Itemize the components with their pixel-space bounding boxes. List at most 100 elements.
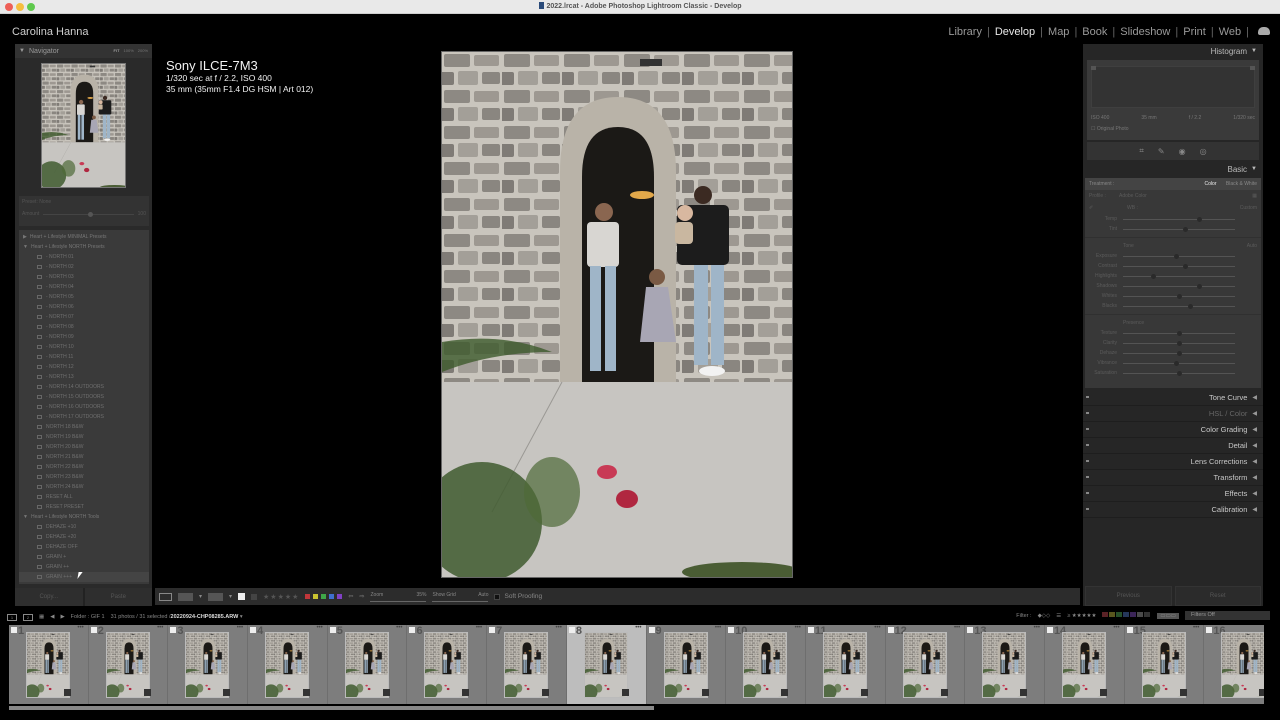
- color-label-5[interactable]: [337, 594, 343, 599]
- color-label-3[interactable]: [321, 594, 327, 599]
- flag-icon[interactable]: [11, 627, 17, 633]
- color-filter-swatch[interactable]: [1123, 612, 1130, 617]
- cloud-sync-icon[interactable]: [1258, 27, 1270, 35]
- color-label-1[interactable]: [305, 594, 311, 599]
- filmstrip-thumbnail[interactable]: 12 •••: [886, 625, 966, 704]
- more-options-icon[interactable]: •••: [1113, 625, 1119, 631]
- healing-icon[interactable]: ✎: [1158, 147, 1165, 156]
- slider-track[interactable]: [1123, 360, 1235, 366]
- module-library[interactable]: Library: [948, 26, 982, 38]
- slider-track[interactable]: [1123, 263, 1235, 269]
- panel-switch-icon[interactable]: [1086, 492, 1089, 494]
- panel-color-grading[interactable]: Color Grading ◀: [1083, 422, 1263, 438]
- preset-item[interactable]: - NORTH 03: [19, 272, 149, 282]
- slider-track[interactable]: [1123, 330, 1235, 336]
- histogram-graph[interactable]: [1091, 66, 1255, 108]
- amount-slider[interactable]: [43, 211, 134, 217]
- soft-proofing-toggle[interactable]: Soft Proofing: [494, 593, 542, 600]
- source-label[interactable]: Folder : GIF 1: [71, 614, 105, 620]
- more-options-icon[interactable]: •••: [396, 625, 402, 631]
- histogram-header[interactable]: Histogram ▼: [1083, 44, 1263, 58]
- flag-icon[interactable]: [728, 627, 735, 633]
- preset-item[interactable]: - NORTH 13: [19, 372, 149, 382]
- more-options-icon[interactable]: •••: [476, 625, 482, 631]
- preset-item[interactable]: GRAIN +++: [19, 572, 149, 582]
- slider-track[interactable]: [1123, 226, 1235, 232]
- disclosure-triangle-icon[interactable]: ▶: [23, 232, 27, 242]
- back-arrow-icon[interactable]: ⇦: [348, 593, 353, 600]
- preset-item[interactable]: - NORTH 12: [19, 362, 149, 372]
- preset-item[interactable]: - NORTH 16 OUTDOORS: [19, 402, 149, 412]
- module-map[interactable]: Map: [1048, 26, 1069, 38]
- shadow-clipping-toggle[interactable]: [1091, 66, 1096, 70]
- panel-switch-icon[interactable]: [1086, 428, 1089, 430]
- module-develop[interactable]: Develop: [995, 26, 1035, 38]
- flag-icon[interactable]: [329, 627, 336, 633]
- preset-item[interactable]: - NORTH 09: [19, 332, 149, 342]
- crop-icon[interactable]: ⌗: [1139, 146, 1144, 156]
- loupe-view-button[interactable]: [159, 592, 172, 601]
- more-options-icon[interactable]: •••: [795, 625, 801, 631]
- color-label-2[interactable]: [313, 594, 319, 599]
- slider-knob[interactable]: [1197, 216, 1203, 222]
- preset-item[interactable]: - NORTH 01: [19, 252, 149, 262]
- slider-knob[interactable]: [1182, 263, 1188, 269]
- more-options-icon[interactable]: •••: [954, 625, 960, 631]
- flag-filter-icon[interactable]: ◆◇◇: [1038, 613, 1051, 619]
- flag-icon[interactable]: [1126, 627, 1133, 633]
- slider-knob[interactable]: [1151, 273, 1157, 279]
- slider-knob[interactable]: [1177, 293, 1182, 299]
- slider-knob[interactable]: [1173, 253, 1179, 259]
- filmstrip-thumbnail[interactable]: 10 •••: [726, 625, 806, 704]
- preset-item[interactable]: - NORTH 06: [19, 302, 149, 312]
- slider-track[interactable]: [1123, 253, 1235, 259]
- more-options-icon[interactable]: •••: [237, 625, 243, 631]
- preset-item[interactable]: - NORTH 11: [19, 352, 149, 362]
- flag-icon[interactable]: [1046, 627, 1053, 633]
- show-grid-value[interactable]: Auto: [478, 592, 488, 598]
- slider-track[interactable]: [1123, 216, 1235, 222]
- flag-icon[interactable]: [1206, 627, 1213, 633]
- flag-icon[interactable]: [967, 627, 974, 633]
- selection-path[interactable]: 31 photos / 31 selected /20220924-CHP082…: [111, 614, 243, 620]
- amount-slider-knob[interactable]: [88, 211, 94, 217]
- filmstrip-thumbnail[interactable]: 15 •••: [1125, 625, 1205, 704]
- treatment-color[interactable]: Color: [1205, 181, 1217, 187]
- filmstrip-thumbnail[interactable]: 5 •••: [328, 625, 408, 704]
- highlight-clipping-toggle[interactable]: [1250, 66, 1255, 70]
- slider-track[interactable]: [1123, 293, 1235, 299]
- before-after-split-button[interactable]: [208, 592, 224, 601]
- filmstrip-thumbnail[interactable]: 9 •••: [647, 625, 727, 704]
- filmstrip-thumbnail[interactable]: 2 •••: [89, 625, 169, 704]
- navigator-zoom-200[interactable]: 200%: [138, 48, 148, 53]
- filmstrip-thumbnail[interactable]: 4 •••: [248, 625, 328, 704]
- filmstrip-thumbnail[interactable]: 14 •••: [1045, 625, 1125, 704]
- flag-icon[interactable]: [648, 627, 655, 633]
- preset-item[interactable]: - NORTH 14 OUTDOORS: [19, 382, 149, 392]
- color-filter-swatch[interactable]: [1116, 612, 1123, 617]
- preset-item[interactable]: DEHAZE +20: [19, 532, 149, 542]
- color-filter-swatch[interactable]: [1137, 612, 1144, 617]
- flag-icon[interactable]: [250, 627, 257, 633]
- slider-knob[interactable]: [1188, 303, 1194, 309]
- filmstrip-thumbnail[interactable]: 7 •••: [487, 625, 567, 704]
- panel-switch-icon[interactable]: [1086, 412, 1089, 414]
- filmstrip-thumbnail[interactable]: 6 •••: [407, 625, 488, 704]
- filmstrip-scrollbar[interactable]: [9, 706, 654, 710]
- forward-arrow-icon[interactable]: ▶: [60, 614, 64, 620]
- color-filter-swatch[interactable]: [1130, 612, 1137, 617]
- treatment-bw[interactable]: Black & White: [1226, 181, 1257, 187]
- slider-track[interactable]: [1123, 273, 1235, 279]
- star-rating[interactable]: ★★★★★: [263, 593, 299, 601]
- preset-item[interactable]: NORTH 23 B&W: [19, 472, 149, 482]
- preset-item[interactable]: NORTH 18 B&W: [19, 422, 149, 432]
- grid-view-icon[interactable]: ▦: [39, 614, 44, 620]
- module-book[interactable]: Book: [1082, 26, 1107, 38]
- preset-item[interactable]: GRAIN +: [19, 552, 149, 562]
- filters-off-dropdown[interactable]: Filters Off: [1185, 611, 1270, 620]
- navigator-zoom-100[interactable]: 100%: [124, 48, 134, 53]
- basic-header[interactable]: Basic ▼: [1083, 162, 1263, 176]
- panel-hsl-color[interactable]: HSL / Color ◀: [1083, 406, 1263, 422]
- forward-arrow-icon[interactable]: ⇨: [359, 593, 364, 600]
- more-options-icon[interactable]: •••: [157, 625, 163, 631]
